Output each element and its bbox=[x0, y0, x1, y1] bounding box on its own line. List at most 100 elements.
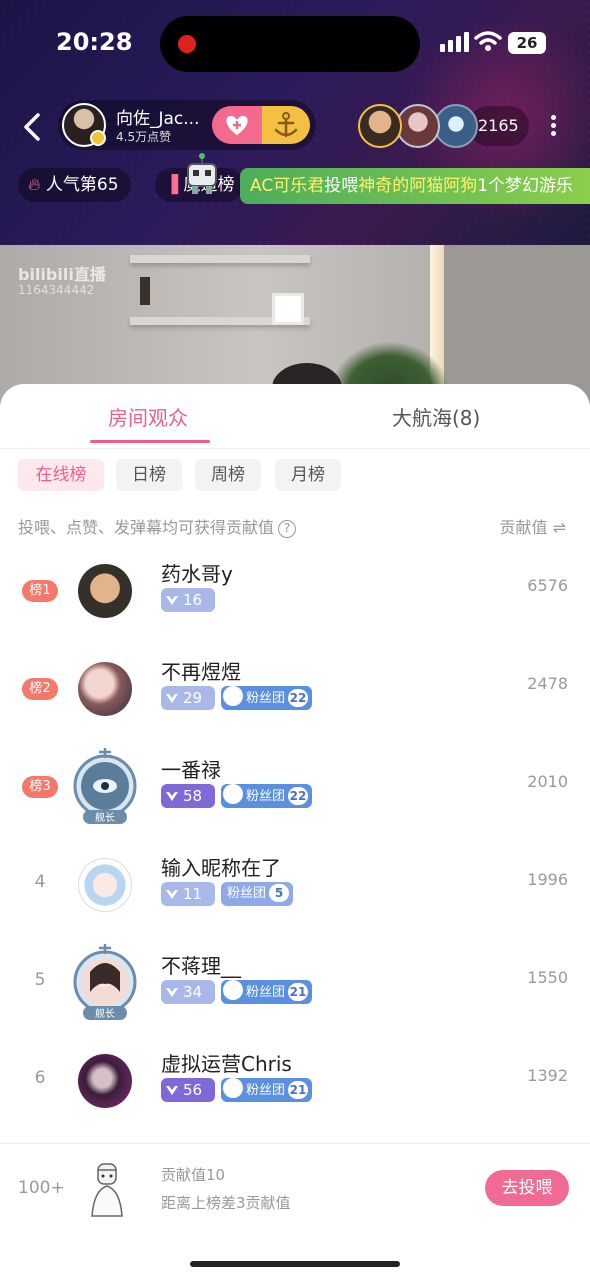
recording-dot-icon bbox=[178, 35, 196, 53]
level-badge: 11 bbox=[161, 882, 215, 906]
anchor-icon bbox=[223, 1078, 243, 1098]
back-arrow-icon[interactable] bbox=[20, 112, 44, 142]
level-gem-icon bbox=[166, 890, 178, 899]
level-gem-icon bbox=[166, 1086, 178, 1095]
gap-to-rank: 距离上榜差3贡献值 bbox=[161, 1194, 291, 1212]
gift-ticker: AC可乐君投喂神奇的阿猫阿狗1个梦幻游乐 bbox=[240, 168, 590, 204]
badges: 34 粉丝团 21 bbox=[161, 980, 313, 1004]
my-contribution: 贡献值10 bbox=[161, 1166, 226, 1184]
rank-number: 4 bbox=[34, 872, 46, 892]
bar-chart-icon: ▐ bbox=[165, 175, 179, 195]
chip-monthly[interactable]: 月榜 bbox=[275, 459, 341, 491]
avatar[interactable] bbox=[78, 662, 132, 716]
level-gem-icon bbox=[166, 596, 178, 605]
level-badge: 56 bbox=[161, 1078, 215, 1102]
captain-frame: 舰长 bbox=[73, 944, 137, 1020]
user-name: 不蒋理__ bbox=[161, 954, 241, 978]
rank-tag: 榜3 bbox=[22, 776, 58, 798]
level-badge: 29 bbox=[161, 686, 215, 710]
fan-club-badge: 粉丝团 21 bbox=[221, 980, 313, 1004]
verified-badge-icon bbox=[90, 130, 106, 146]
svg-text:舰长: 舰长 bbox=[95, 1007, 115, 1020]
more-icon[interactable] bbox=[545, 112, 561, 142]
tab-room-audience[interactable]: 房间观众 bbox=[108, 402, 188, 431]
rank-tag: 榜1 bbox=[22, 580, 58, 602]
chip-weekly[interactable]: 周榜 bbox=[195, 459, 261, 491]
level-badge: 34 bbox=[161, 980, 215, 1004]
bilibili-watermark: bilibili直播 bbox=[18, 265, 106, 284]
badges: 29 粉丝团 22 bbox=[161, 686, 313, 710]
captain-frame: 舰长 bbox=[73, 748, 137, 824]
status-bar: 20:28 26 bbox=[0, 0, 590, 90]
level-gem-icon bbox=[166, 694, 178, 703]
anchor-icon bbox=[274, 112, 298, 138]
home-indicator[interactable] bbox=[190, 1261, 400, 1267]
badges: 56 粉丝团 21 bbox=[161, 1078, 313, 1102]
user-name: 药水哥y bbox=[161, 562, 233, 586]
contribution-score: 6576 bbox=[527, 576, 568, 595]
tab-guard[interactable]: 大航海(8) bbox=[392, 402, 480, 431]
help-icon[interactable]: ? bbox=[278, 519, 297, 538]
chip-online[interactable]: 在线榜 bbox=[18, 459, 104, 491]
sort-toggle[interactable]: 贡献值 ⇌ bbox=[500, 514, 567, 538]
host-likes: 4.5万点赞 bbox=[116, 130, 172, 144]
level-gem-icon bbox=[166, 988, 178, 997]
viewer-avatar[interactable] bbox=[396, 104, 440, 148]
contribution-score: 1996 bbox=[527, 870, 568, 889]
anchor-icon bbox=[223, 784, 243, 804]
user-name: 虚拟运营Chris bbox=[161, 1052, 292, 1076]
viewer-avatar[interactable] bbox=[434, 104, 478, 148]
my-avatar[interactable] bbox=[84, 1162, 130, 1218]
contribution-score: 1392 bbox=[527, 1066, 568, 1085]
battery-indicator: 26 bbox=[508, 32, 546, 54]
list-item[interactable]: 榜1 药水哥y 16 6576 bbox=[0, 554, 590, 652]
fan-club-badge: 粉丝团 5 bbox=[221, 882, 294, 906]
contribution-score: 1550 bbox=[527, 968, 568, 987]
contribution-score: 2010 bbox=[527, 772, 568, 791]
level-badge: 58 bbox=[161, 784, 215, 808]
level-badge: 16 bbox=[161, 588, 215, 612]
anchor-icon bbox=[223, 980, 243, 1000]
user-name: 输入昵称在了 bbox=[161, 856, 281, 880]
room-id: 1164344442 bbox=[18, 283, 95, 297]
anchor-icon bbox=[223, 686, 243, 706]
top-viewers[interactable] bbox=[356, 100, 478, 152]
my-rank-footer: 100+ 贡献值10 距离上榜差3贡献值 去投喂 bbox=[0, 1143, 590, 1280]
list-item[interactable]: 5 舰长 不蒋理__ 34 粉丝团 21 1550 bbox=[0, 944, 590, 1044]
level-gem-icon bbox=[166, 792, 178, 801]
host-name: 向佐_Jac... bbox=[116, 109, 200, 129]
rank-number: 6 bbox=[34, 1068, 46, 1088]
list-item[interactable]: 4 输入昵称在了 11 粉丝团 5 1996 bbox=[0, 848, 590, 946]
follow-button[interactable] bbox=[212, 106, 262, 144]
list-item[interactable]: 榜2 不再煜煜 29 粉丝团 22 2478 bbox=[0, 652, 590, 750]
tab-indicator bbox=[90, 440, 210, 443]
rank-number: 5 bbox=[34, 970, 46, 990]
wifi-icon bbox=[474, 31, 502, 51]
list-item[interactable]: 榜3 舰长 一番禄 58 粉丝团 22 2010 bbox=[0, 748, 590, 848]
avatar[interactable] bbox=[78, 1054, 132, 1108]
heart-plus-icon bbox=[226, 116, 248, 135]
host-info[interactable]: 向佐_Jac... 4.5万点赞 bbox=[58, 100, 316, 150]
list-item[interactable]: 6 虚拟运营Chris 56 粉丝团 21 1392 bbox=[0, 1044, 590, 1142]
dynamic-island bbox=[160, 16, 420, 72]
badges: 58 粉丝团 22 bbox=[161, 784, 313, 808]
svg-text:舰长: 舰长 bbox=[95, 811, 115, 824]
live-video[interactable]: bilibili直播 1164344442 bbox=[0, 245, 590, 405]
my-rank: 100+ bbox=[18, 1178, 65, 1198]
viewer-avatar[interactable] bbox=[358, 104, 402, 148]
robot-mascot-icon bbox=[187, 153, 217, 194]
avatar[interactable] bbox=[78, 564, 132, 618]
chip-daily[interactable]: 日榜 bbox=[116, 459, 182, 491]
room-header: 向佐_Jac... 4.5万点赞 2165 bbox=[0, 98, 590, 158]
contribution-hint: 投喂、点赞、发弹幕均可获得贡献值? bbox=[18, 514, 297, 538]
avatar[interactable] bbox=[78, 858, 132, 912]
sheet-tabs: 房间观众 大航海(8) bbox=[0, 384, 590, 449]
popularity-pill[interactable]: 🔥︎ 人气第65 bbox=[18, 168, 131, 202]
user-name: 不再煜煜 bbox=[161, 660, 241, 684]
room-tags: 🔥︎ 人气第65 ▐ 魔道榜 AC可乐君投喂神奇的阿猫阿狗1个梦幻游乐 bbox=[0, 153, 590, 204]
captain-button[interactable] bbox=[262, 106, 310, 144]
picture-frame bbox=[272, 293, 304, 325]
badges: 16 bbox=[161, 588, 215, 612]
badges: 11 粉丝团 5 bbox=[161, 882, 294, 906]
feed-button[interactable]: 去投喂 bbox=[485, 1170, 569, 1206]
